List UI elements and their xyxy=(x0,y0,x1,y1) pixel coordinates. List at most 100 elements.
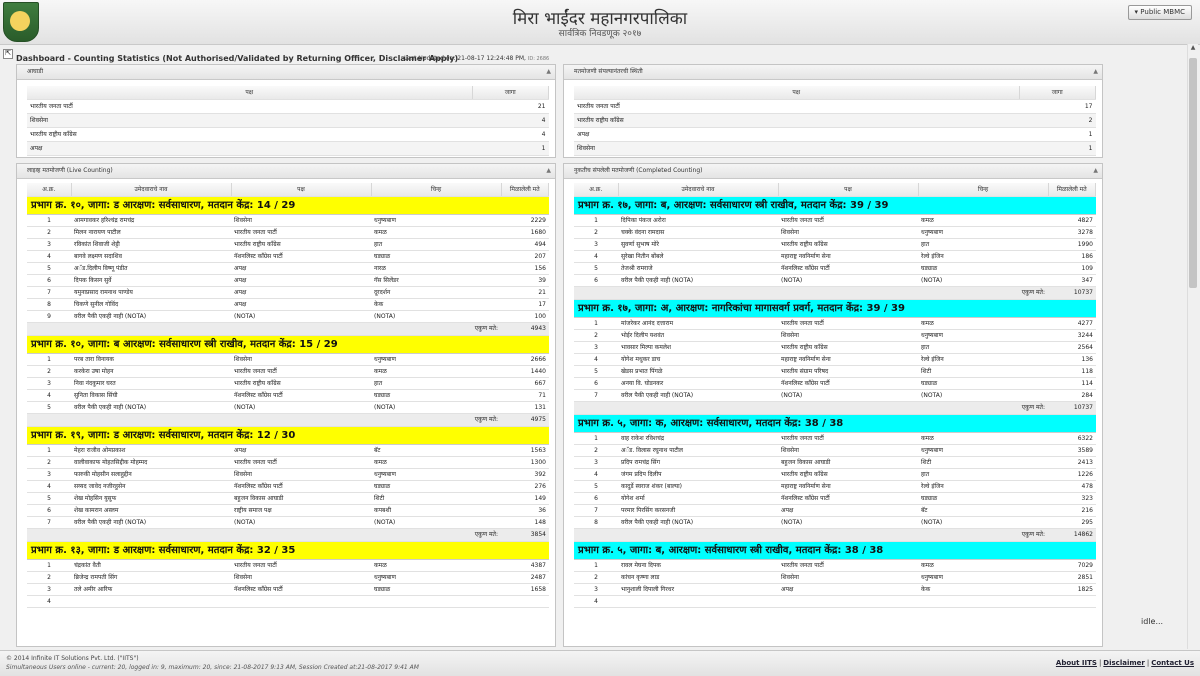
candidate-name: सुनिता विकास सिंघी xyxy=(71,389,231,402)
party-name: शिवसेना xyxy=(231,468,371,481)
symbol-name: केक xyxy=(918,583,1048,596)
scroll-thumb[interactable] xyxy=(1189,58,1197,288)
symbol-name: धनुष्यबाण xyxy=(371,468,501,481)
party-name: महाराष्ट्र नवनिर्माण सेना xyxy=(778,480,918,493)
col-header-sr[interactable]: अ.क्र. xyxy=(27,183,72,197)
candidate-name: अॅड. विलास रघुनाथ पाटील xyxy=(618,444,778,457)
party-name: महाराष्ट्र नवनिर्माण सेना xyxy=(778,353,918,366)
symbol-name: धनुष्यबाण xyxy=(918,226,1048,239)
serial-number: 4 xyxy=(574,250,618,263)
ward-table: 1 रावल मेघना दिपक भारतीय जनता पार्टी कमळ 702… xyxy=(574,560,1096,608)
vote-count: 3244 xyxy=(1048,329,1096,342)
leads-panel-title: आघाडी xyxy=(27,68,43,75)
ward-title: प्रभाग क्र. १०, जागा: ब आरक्षण: सर्वसाधा… xyxy=(27,336,549,354)
party-name: नॅशनलिस्ट काँग्रेस पार्टी xyxy=(231,389,371,402)
total-votes: 3854 xyxy=(501,528,549,542)
serial-number: 3 xyxy=(27,377,71,390)
collapse-icon[interactable]: ▲ xyxy=(546,65,551,79)
symbol-name: दूरदर्शन xyxy=(371,286,501,299)
public-mbmc-button[interactable]: ▾ Public MBMC xyxy=(1127,5,1192,20)
vote-count: 284 xyxy=(1048,389,1096,402)
seat-count: 2 xyxy=(1019,113,1096,128)
party-name: महाराष्ट्र नवनिर्माण सेना xyxy=(778,250,918,263)
candidate-row: 1 चंद्रकांत वैती भारतीय जनता पार्टी कमळ 4387 xyxy=(27,560,549,572)
candidate-name: मिलन नारायण पाटील xyxy=(71,226,231,239)
candidate-name: दिपक किसन सुर्वे xyxy=(71,274,231,287)
vote-count: 1300 xyxy=(501,456,549,469)
seat-count: 1 xyxy=(1019,141,1096,156)
party-name: शिवसेना xyxy=(574,141,1019,156)
party-name: भारतीय राष्ट्रीय काँग्रेस xyxy=(27,127,472,142)
party-name: (NOTA) xyxy=(231,516,371,529)
vote-count: 3278 xyxy=(1048,226,1096,239)
serial-number: 7 xyxy=(27,286,71,299)
col-header-seats[interactable]: जागा xyxy=(1019,86,1096,100)
candidate-name: भोईर दिलीप यशवंत xyxy=(618,329,778,342)
candidate-name: कादुर्डे स्वराज शंकर (बाल्या) xyxy=(618,480,778,493)
about-iits-link[interactable]: About IITS xyxy=(1056,659,1097,667)
col-header-sr[interactable]: अ.क्र. xyxy=(574,183,619,197)
collapse-icon[interactable]: ▲ xyxy=(1093,65,1098,79)
symbol-name: हात xyxy=(918,238,1048,251)
expand-icon[interactable]: ⇱ xyxy=(3,49,13,59)
contact-us-link[interactable]: Contact Us xyxy=(1151,659,1194,667)
copyright: © 2014 Infinite IT Solutions Pvt. Ltd. (… xyxy=(6,655,139,662)
scroll-up-icon[interactable]: ▲ xyxy=(1188,44,1198,54)
leads-table-body: भारतीय जनता पार्टी 21 शिवसेना 4 भारतीय राष्ट… xyxy=(27,99,549,156)
vote-count: 494 xyxy=(501,238,549,251)
collapse-icon[interactable]: ▲ xyxy=(546,164,551,178)
serial-number: 1 xyxy=(27,215,71,227)
dashboard-title: Dashboard - Counting Statistics (Not Aut… xyxy=(16,54,459,63)
symbol-name: कमळ xyxy=(371,365,501,378)
completed-panel-header[interactable]: नुकतीच संपलेली मतमोजणी (Completed Counti… xyxy=(564,164,1102,179)
symbol-name: गॅस सिलेंडर xyxy=(371,274,501,287)
ward-title: प्रभाग क्र. ५, जागा: क, आरक्षण: सर्वसाधा… xyxy=(574,415,1096,433)
table-row: भारतीय राष्ट्रीय काँग्रेस 2 xyxy=(574,113,1096,128)
col-header-party[interactable]: पक्ष xyxy=(27,86,473,100)
candidate-row: 5 वरील पैकी एकही नाही (NOTA) (NOTA) (NOTA) 1… xyxy=(27,401,549,414)
col-header-symbol[interactable]: चिन्ह xyxy=(371,183,502,197)
page-scrollbar[interactable]: ▲ xyxy=(1187,44,1198,649)
leads-panel-header[interactable]: आघाडी ▲ xyxy=(17,65,555,80)
total-label: एकुण मते: xyxy=(27,528,501,542)
party-name: भारतीय जनता पार्टी xyxy=(231,456,371,469)
vote-count: 216 xyxy=(1048,504,1096,517)
footer: © 2014 Infinite IT Solutions Pvt. Ltd. (… xyxy=(0,650,1200,676)
col-header-votes[interactable]: मिळालेली मते xyxy=(1048,183,1096,197)
total-label: एकुण मते: xyxy=(27,322,501,336)
seat-count: 4 xyxy=(472,127,549,142)
serial-number: 4 xyxy=(574,595,618,608)
vote-count: 156 xyxy=(501,262,549,275)
serial-number: 2 xyxy=(574,444,618,457)
vote-count: 347 xyxy=(1048,274,1096,287)
symbol-name: धनुष्यबाण xyxy=(371,354,501,366)
live-panel-header[interactable]: लाइव्ह मतमोजणी (Live Counting) ▲ xyxy=(17,164,555,179)
disclaimer-link[interactable]: Disclaimer xyxy=(1103,659,1145,667)
results-panel-title: मतमोजणी संपल्यानंतरची स्थिती xyxy=(574,68,643,75)
ward-title: प्रभाग क्र. १३, जागा: ड आरक्षण: सर्वसाधा… xyxy=(27,542,549,560)
symbol-name: (NOTA) xyxy=(918,516,1048,529)
vote-count: 667 xyxy=(501,377,549,390)
symbol-name: घड्याळ xyxy=(918,492,1048,505)
symbol-name: कमळ xyxy=(918,215,1048,227)
col-header-party[interactable]: पक्ष xyxy=(778,183,919,197)
col-header-party[interactable]: पक्ष xyxy=(231,183,372,197)
candidate-row: 4 सय्यद जावेद नजीरहुसेन नॅशनलिस्ट काँग्रेस… xyxy=(27,480,549,493)
serial-number: 5 xyxy=(27,492,71,505)
col-header-party[interactable]: पक्ष xyxy=(574,86,1020,100)
party-name: (NOTA) xyxy=(231,401,371,414)
table-row: अपक्ष 1 xyxy=(27,141,549,156)
col-header-candidate[interactable]: उमेदवाराचे नाव xyxy=(71,183,232,197)
col-header-candidate[interactable]: उमेदवाराचे नाव xyxy=(618,183,779,197)
candidate-row: 4 योगेश मधुकर डाच महाराष्ट्र नवनिर्माण सेन… xyxy=(574,353,1096,366)
vote-count: 1226 xyxy=(1048,468,1096,481)
col-header-symbol[interactable]: चिन्ह xyxy=(918,183,1049,197)
col-header-votes[interactable]: मिळालेली मते xyxy=(501,183,549,197)
vote-count: 118 xyxy=(1048,365,1096,378)
completed-wards: प्रभाग क्र. १७, जागा: ब, आरक्षण: सर्वसाध… xyxy=(574,197,1096,608)
results-panel-header[interactable]: मतमोजणी संपल्यानंतरची स्थिती ▲ xyxy=(564,65,1102,80)
col-header-seats[interactable]: जागा xyxy=(472,86,549,100)
results-table-body: भारतीय जनता पार्टी 17 भारतीय राष्ट्रीय काँ… xyxy=(574,99,1096,156)
collapse-icon[interactable]: ▲ xyxy=(1093,164,1098,178)
symbol-name: धनुष्यबाण xyxy=(371,215,501,227)
